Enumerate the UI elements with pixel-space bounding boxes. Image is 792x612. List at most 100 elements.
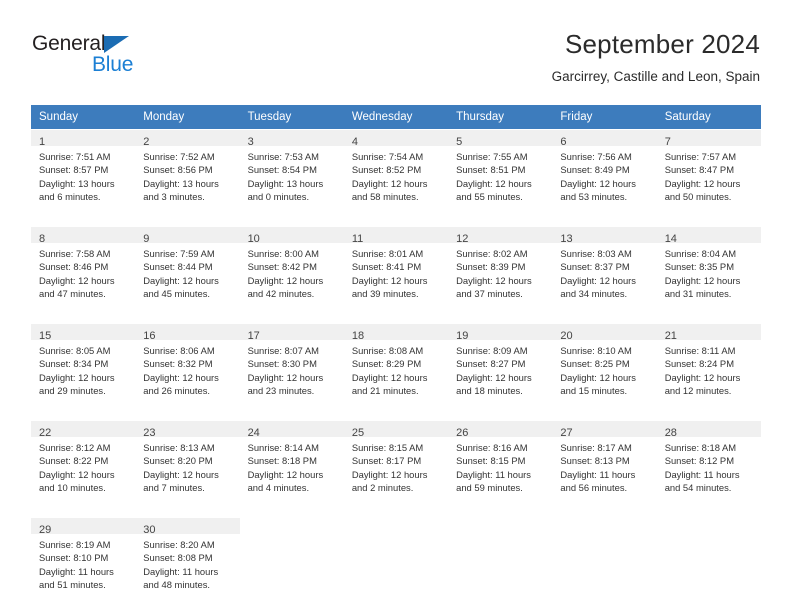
daylight-text-line2: and 53 minutes. — [560, 191, 628, 203]
day-cell[interactable]: 8 Sunrise: 7:58 AM Sunset: 8:46 PM Daylight… — [31, 226, 136, 316]
daylight-text-line1: Daylight: 12 hours — [143, 371, 219, 383]
sunrise-text: Sunrise: 8:17 AM — [560, 442, 632, 453]
sunset-text: Sunset: 8:42 PM — [247, 261, 317, 273]
day-cell[interactable]: 29 Sunrise: 8:19 AM Sunset: 8:10 PM Dayligh… — [31, 517, 136, 607]
weekday-header-thursday: Thursday — [448, 105, 553, 129]
day-number: 4 — [351, 136, 358, 148]
daylight-text-line1: Daylight: 13 hours — [39, 177, 115, 189]
sunset-text: Sunset: 8:34 PM — [39, 358, 109, 370]
daylight-text-line1: Daylight: 12 hours — [456, 371, 532, 383]
day-cell[interactable]: 2 Sunrise: 7:52 AM Sunset: 8:56 PM Daylight… — [135, 129, 240, 219]
daylight-text-line1: Daylight: 12 hours — [247, 274, 324, 286]
daylight-text-line1: Daylight: 13 hours — [247, 177, 324, 189]
day-cell[interactable]: 17 Sunrise: 8:07 AM Sunset: 8:30 PM Dayligh… — [239, 323, 344, 413]
calendar-page: General Blue September 2024 Garcirrey, C… — [0, 0, 792, 612]
day-cell[interactable]: 22 Sunrise: 8:12 AM Sunset: 8:22 PM Dayligh… — [31, 420, 136, 510]
day-number: 17 — [247, 330, 260, 342]
daylight-text-line2: and 7 minutes. — [143, 482, 205, 494]
day-cell[interactable]: 23 Sunrise: 8:13 AM Sunset: 8:20 PM Dayligh… — [135, 420, 240, 510]
daylight-text-line2: and 50 minutes. — [664, 191, 732, 203]
day-number: 6 — [560, 136, 567, 148]
day-number: 7 — [664, 136, 671, 148]
day-cell[interactable]: 15 Sunrise: 8:05 AM Sunset: 8:34 PM Dayligh… — [31, 323, 136, 413]
day-cell[interactable]: 5 Sunrise: 7:55 AM Sunset: 8:51 PM Daylight… — [448, 129, 553, 219]
day-cell-empty — [239, 517, 344, 607]
sunset-text: Sunset: 8:13 PM — [560, 455, 630, 467]
sunrise-text: Sunrise: 7:54 AM — [351, 151, 424, 162]
day-cell[interactable]: 16 Sunrise: 8:06 AM Sunset: 8:32 PM Dayligh… — [135, 323, 240, 413]
daylight-text-line1: Daylight: 12 hours — [560, 371, 636, 383]
day-cell-empty — [656, 517, 761, 607]
calendar-week-row: 29 Sunrise: 8:19 AM Sunset: 8:10 PM Dayligh… — [31, 517, 761, 607]
day-cell[interactable]: 4 Sunrise: 7:54 AM Sunset: 8:52 PM Daylight… — [343, 129, 449, 219]
sunset-text: Sunset: 8:29 PM — [351, 358, 422, 370]
daylight-text-line2: and 18 minutes. — [456, 385, 523, 397]
daylight-text-line2: and 54 minutes. — [664, 482, 732, 494]
day-cell[interactable]: 25 Sunrise: 8:15 AM Sunset: 8:17 PM Dayligh… — [343, 420, 449, 510]
day-number: 19 — [456, 330, 469, 342]
sunrise-text: Sunrise: 8:15 AM — [351, 442, 424, 453]
daylight-text-line2: and 4 minutes. — [247, 482, 310, 494]
daylight-text-line1: Daylight: 12 hours — [247, 371, 324, 383]
day-number: 20 — [560, 330, 573, 342]
daylight-text-line1: Daylight: 11 hours — [560, 468, 636, 480]
brand-logo[interactable]: General Blue — [32, 32, 212, 84]
sunrise-text: Sunrise: 8:10 AM — [560, 345, 632, 356]
day-number: 9 — [143, 233, 150, 245]
triangle-icon — [104, 36, 129, 53]
day-cell[interactable]: 20 Sunrise: 8:10 AM Sunset: 8:25 PM Dayligh… — [552, 323, 657, 413]
sunset-text: Sunset: 8:10 PM — [39, 552, 109, 564]
daylight-text-line2: and 26 minutes. — [143, 385, 210, 397]
sunrise-text: Sunrise: 8:04 AM — [664, 248, 737, 259]
calendar-week-row: 22 Sunrise: 8:12 AM Sunset: 8:22 PM Dayligh… — [31, 420, 761, 510]
day-cell[interactable]: 26 Sunrise: 8:16 AM Sunset: 8:15 PM Dayligh… — [448, 420, 553, 510]
day-number: 26 — [456, 427, 469, 439]
sunrise-text: Sunrise: 8:00 AM — [247, 248, 319, 259]
page-title: September 2024 — [564, 29, 760, 59]
day-number: 23 — [143, 427, 156, 439]
day-cell[interactable]: 24 Sunrise: 8:14 AM Sunset: 8:18 PM Dayligh… — [239, 420, 344, 510]
daylight-text-line1: Daylight: 13 hours — [143, 177, 219, 189]
day-cell[interactable]: 27 Sunrise: 8:17 AM Sunset: 8:13 PM Dayligh… — [552, 420, 657, 510]
sunrise-text: Sunrise: 8:05 AM — [39, 345, 111, 356]
daylight-text-line2: and 58 minutes. — [351, 191, 419, 203]
day-cell[interactable]: 30 Sunrise: 8:20 AM Sunset: 8:08 PM Dayligh… — [135, 517, 240, 607]
sunset-text: Sunset: 8:46 PM — [39, 261, 109, 273]
daylight-text-line1: Daylight: 12 hours — [351, 468, 428, 480]
daylight-text-line1: Daylight: 12 hours — [39, 371, 115, 383]
sunset-text: Sunset: 8:52 PM — [351, 164, 422, 176]
day-cell[interactable]: 7 Sunrise: 7:57 AM Sunset: 8:47 PM Daylight… — [656, 129, 761, 219]
day-cell[interactable]: 18 Sunrise: 8:08 AM Sunset: 8:29 PM Dayligh… — [343, 323, 449, 413]
day-cell[interactable]: 11 Sunrise: 8:01 AM Sunset: 8:41 PM Dayligh… — [343, 226, 449, 316]
sunrise-text: Sunrise: 7:55 AM — [456, 151, 528, 162]
day-cell[interactable]: 12 Sunrise: 8:02 AM Sunset: 8:39 PM Dayligh… — [448, 226, 553, 316]
day-cell[interactable]: 28 Sunrise: 8:18 AM Sunset: 8:12 PM Dayligh… — [656, 420, 761, 510]
daylight-text-line1: Daylight: 12 hours — [143, 468, 219, 480]
day-cell[interactable]: 13 Sunrise: 8:03 AM Sunset: 8:37 PM Dayligh… — [552, 226, 657, 316]
sunrise-text: Sunrise: 7:52 AM — [143, 151, 215, 162]
day-number: 3 — [247, 136, 254, 148]
day-cell[interactable]: 1 Sunrise: 7:51 AM Sunset: 8:57 PM Daylight… — [31, 129, 136, 219]
day-cell[interactable]: 9 Sunrise: 7:59 AM Sunset: 8:44 PM Daylight… — [135, 226, 240, 316]
sunrise-text: Sunrise: 8:08 AM — [351, 345, 424, 356]
sunset-text: Sunset: 8:20 PM — [143, 455, 213, 467]
calendar-week-row: 8 Sunrise: 7:58 AM Sunset: 8:46 PM Daylight… — [31, 226, 761, 316]
day-cell[interactable]: 6 Sunrise: 7:56 AM Sunset: 8:49 PM Daylight… — [552, 129, 657, 219]
daylight-text-line1: Daylight: 12 hours — [351, 274, 428, 286]
day-cell-empty — [448, 517, 553, 607]
day-cell[interactable]: 10 Sunrise: 8:00 AM Sunset: 8:42 PM Dayligh… — [239, 226, 344, 316]
weekday-header-wednesday: Wednesday — [343, 105, 449, 129]
daylight-text-line1: Daylight: 12 hours — [39, 468, 115, 480]
day-number: 1 — [39, 136, 46, 148]
sunrise-sunset-calendar: Sunday Monday Tuesday Wednesday Thursday… — [31, 105, 761, 607]
day-cell[interactable]: 19 Sunrise: 8:09 AM Sunset: 8:27 PM Dayligh… — [448, 323, 553, 413]
sunset-text: Sunset: 8:22 PM — [39, 455, 109, 467]
daylight-text-line2: and 42 minutes. — [247, 288, 315, 300]
daylight-text-line2: and 37 minutes. — [456, 288, 523, 300]
day-cell[interactable]: 3 Sunrise: 7:53 AM Sunset: 8:54 PM Daylight… — [239, 129, 344, 219]
day-cell[interactable]: 14 Sunrise: 8:04 AM Sunset: 8:35 PM Dayligh… — [656, 226, 761, 316]
day-cell[interactable]: 21 Sunrise: 8:11 AM Sunset: 8:24 PM Dayligh… — [656, 323, 761, 413]
daylight-text-line1: Daylight: 12 hours — [351, 371, 428, 383]
daylight-text-line2: and 34 minutes. — [560, 288, 628, 300]
logo-text-blue: Blue — [92, 53, 134, 76]
